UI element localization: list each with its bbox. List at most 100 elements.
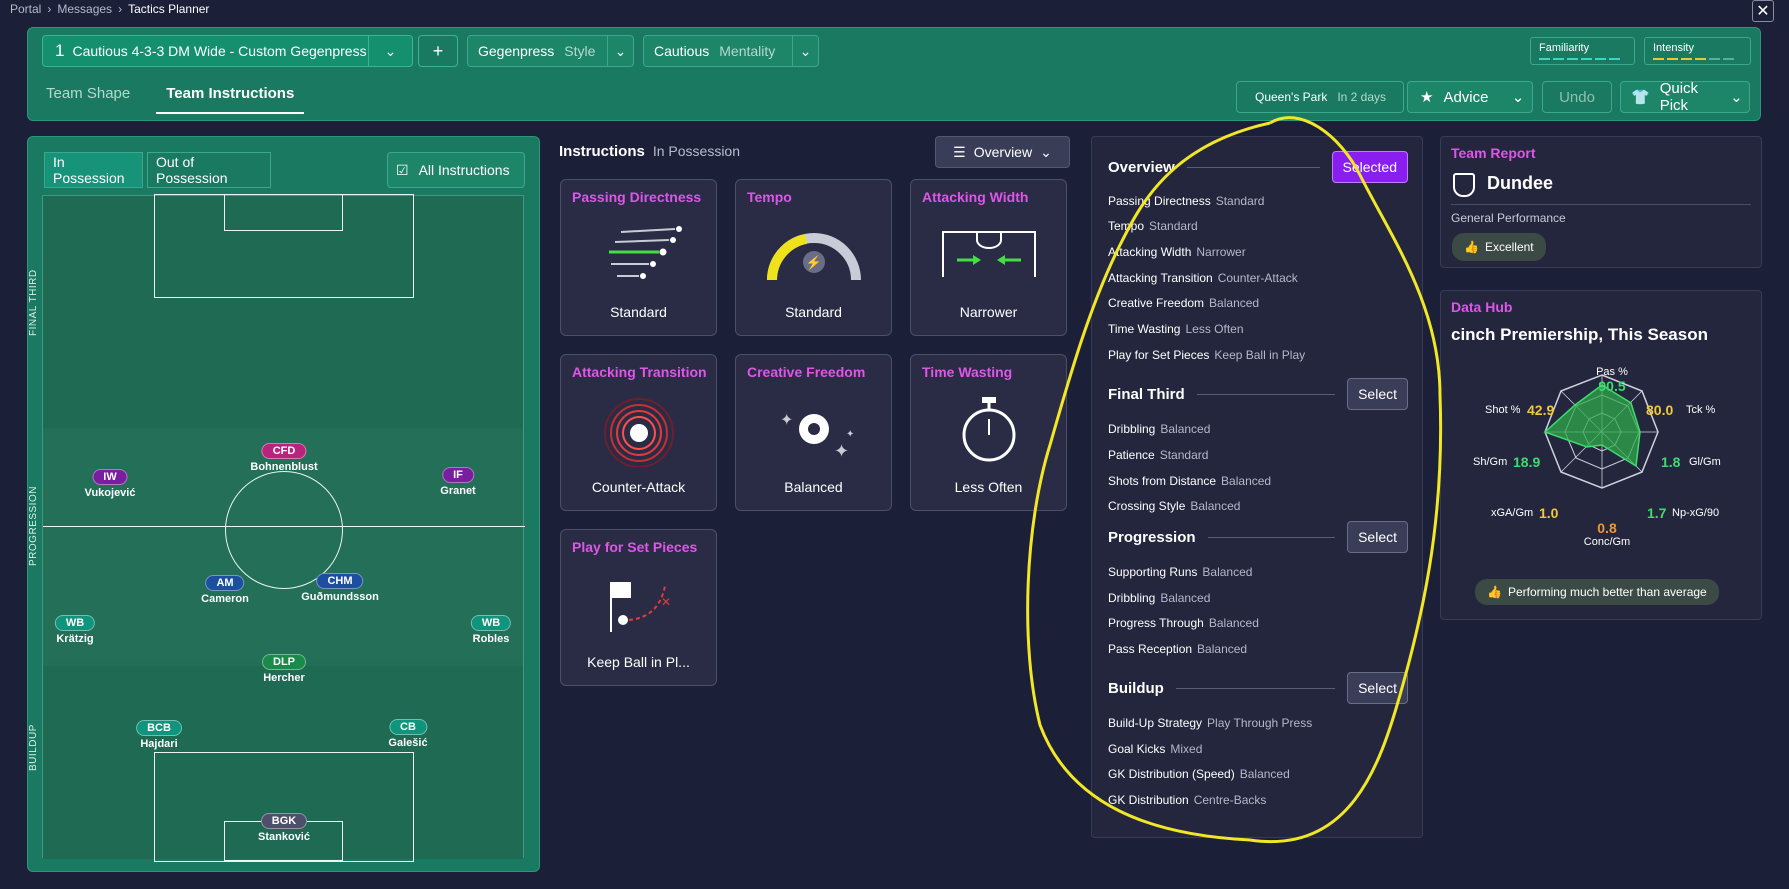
list-item[interactable]: GK Distribution Centre-Backs [1108,793,1266,807]
position-badge: WB [470,615,512,631]
list-item[interactable]: Build-Up Strategy Play Through Press [1108,716,1312,730]
familiarity-bars [1539,58,1626,60]
gauge-icon: ⚡ [767,233,861,281]
player-name: Guðmundsson [301,591,379,603]
close-icon[interactable]: ✕ [1752,0,1774,22]
player-if[interactable]: IF Granet [440,467,476,497]
zone-final-third: FINAL THIRD [28,269,39,336]
svg-text:✦: ✦ [780,412,793,429]
select-button[interactable]: Select [1347,672,1408,704]
breadcrumb-messages[interactable]: Messages [57,2,112,16]
card-tempo[interactable]: Tempo ⚡ Standard [735,179,892,336]
select-button[interactable]: Select [1347,521,1408,553]
card-value: Standard [785,304,842,320]
all-instructions-button[interactable]: ☑ All Instructions [387,152,525,188]
undo-button[interactable]: Undo [1542,81,1612,113]
club-crest-icon [1453,173,1475,197]
player-bcb[interactable]: BCB Hajdari [136,720,182,750]
list-item[interactable]: Dribbling Balanced [1108,422,1210,436]
star-icon: ★ [1420,89,1434,106]
team-name: Dundee [1487,173,1554,193]
list-item[interactable]: Crossing Style Balanced [1108,499,1240,513]
card-passing-directness[interactable]: Passing Directness Standard [560,179,717,336]
card-attacking-transition[interactable]: Attacking Transition Counter-Attack [560,354,717,511]
list-item[interactable]: Passing Directness Standard [1108,194,1264,208]
player-am[interactable]: AM Cameron [201,575,249,605]
in-possession-tab[interactable]: In Possession [44,152,143,188]
intensity-bars [1653,58,1742,60]
mentality-dropdown[interactable]: Cautious Mentality ⌄ [643,35,819,67]
player-name: Stanković [258,831,310,843]
section-overview: Overview Selected [1108,151,1408,183]
section-title: Buildup [1108,679,1164,697]
position-badge: IF [442,467,474,483]
card-value: Less Often [954,479,1023,495]
familiarity-label: Familiarity [1539,42,1590,54]
player-dlp[interactable]: DLP Hercher [262,654,306,684]
section-title: Progression [1108,528,1196,546]
sparkle-ball-icon: ✦✦✦ [780,412,854,461]
radar-shot-label: Shot % [1485,404,1521,416]
section-progression: Progression Select [1108,521,1408,553]
advice-button[interactable]: ★ Advice ⌄ [1407,81,1533,113]
mentality-value: Cautious [654,43,710,59]
card-creative-freedom[interactable]: Creative Freedom ✦ ✦ ✦ Balanced [735,354,892,511]
chevron-down-icon[interactable]: ⌄ [607,36,633,66]
list-item[interactable]: Time Wasting Less Often [1108,322,1244,336]
card-title: Play for Set Pieces [572,539,698,555]
list-item[interactable]: Tempo Standard [1108,219,1198,233]
player-wb-right[interactable]: WB Robles [470,615,512,645]
card-time-wasting[interactable]: Time Wasting Less Often [910,354,1067,511]
player-wb-left[interactable]: WB Krätzig [54,615,96,645]
familiarity-meter[interactable]: Familiarity [1530,37,1635,65]
breadcrumb: Portal › Messages › Tactics Planner [10,2,209,16]
player-name: Robles [472,633,510,645]
team-report-widget[interactable]: Team Report Dundee General Performance 👍… [1440,136,1762,268]
list-item[interactable]: GK Distribution (Speed) Balanced [1108,767,1290,781]
select-button[interactable]: Select [1347,378,1408,410]
list-item[interactable]: Supporting Runs Balanced [1108,565,1252,579]
breadcrumb-portal[interactable]: Portal [10,2,41,16]
all-instructions-label: All Instructions [418,162,510,178]
list-item[interactable]: Play for Set Pieces Keep Ball in Play [1108,348,1305,362]
card-play-for-set-pieces[interactable]: Play for Set Pieces ✕ Keep Ball in Pl... [560,529,717,686]
list-item[interactable]: Pass Reception Balanced [1108,642,1247,656]
player-name: Hajdari [140,738,178,750]
out-of-possession-tab[interactable]: Out of Possession [147,152,271,188]
section-title: Overview [1108,158,1175,176]
tab-team-shape[interactable]: Team Shape [46,85,130,114]
list-item[interactable]: Patience Standard [1108,448,1208,462]
svg-text:✕: ✕ [661,595,671,609]
selected-button[interactable]: Selected [1331,151,1408,183]
style-dropdown[interactable]: Gegenpress Style ⌄ [467,35,634,67]
passing-arrows-icon [609,226,682,279]
player-name: Cameron [201,593,249,605]
player-iw[interactable]: IW Vukojević [85,469,135,499]
tab-team-instructions[interactable]: Team Instructions [156,85,305,114]
data-hub-widget[interactable]: Data Hub cinch Premiership, This Season … [1440,290,1762,620]
position-badge: AM [205,575,245,591]
player-chm[interactable]: CHM Guðmundsson [301,573,379,603]
tactic-selector[interactable]: 1 Cautious 4-3-3 DM Wide - Custom Gegenp… [42,35,413,67]
quick-pick-button[interactable]: 👕 Quick Pick ⌄ [1620,80,1750,114]
player-bgk[interactable]: BGK Stanković [258,813,310,843]
list-item[interactable]: Goal Kicks Mixed [1108,742,1202,756]
list-item[interactable]: Attacking Width Narrower [1108,245,1246,259]
card-attacking-width[interactable]: Attacking Width Narrower [910,179,1067,336]
list-item[interactable]: Progress Through Balanced [1108,616,1259,630]
view-dropdown[interactable]: ☰ Overview ⌄ [935,136,1070,168]
chevron-down-icon[interactable]: ⌄ [368,36,412,66]
next-match[interactable]: Queen's Park In 2 days [1236,81,1404,113]
player-cfd[interactable]: CFD Bohnenblust [250,443,318,473]
list-item[interactable]: Shots from Distance Balanced [1108,474,1271,488]
chevron-down-icon[interactable]: ⌄ [792,36,818,66]
next-match-date: In 2 days [1337,90,1387,104]
add-tactic-button[interactable]: + [418,35,458,67]
list-item[interactable]: Attacking Transition Counter-Attack [1108,271,1298,285]
radar-xga-label: xGA/Gm [1491,507,1534,519]
position-badge: DLP [262,654,306,670]
intensity-meter[interactable]: Intensity [1644,37,1751,65]
list-item[interactable]: Dribbling Balanced [1108,591,1210,605]
player-cb[interactable]: CB Galešić [388,719,428,749]
list-item[interactable]: Creative Freedom Balanced [1108,296,1259,310]
